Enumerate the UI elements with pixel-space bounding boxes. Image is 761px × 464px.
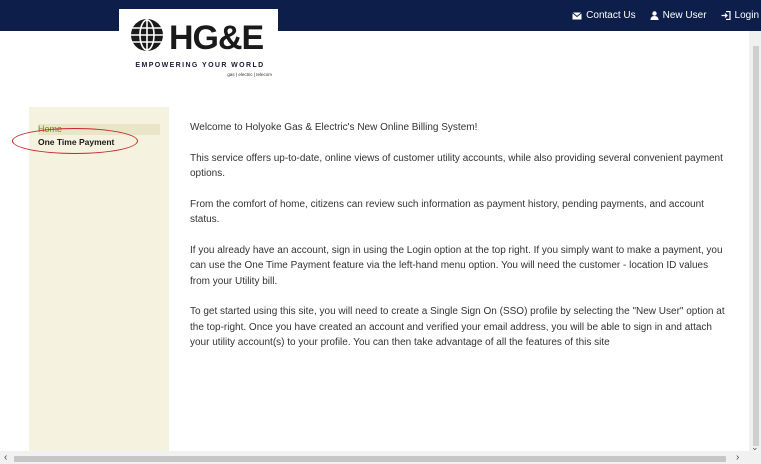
horizontal-scrollbar-thumb[interactable]: [14, 456, 726, 462]
logo-tagline: EMPOWERING YOUR WORLD: [135, 62, 265, 69]
highlight-annotation-circle: [12, 128, 138, 154]
welcome-text: Welcome to Holyoke Gas & Electric's New …: [190, 122, 478, 133]
header-links: Contact Us New User Login: [572, 0, 761, 31]
contact-us-link[interactable]: Contact Us: [572, 10, 636, 21]
sidebar: Home One Time Payment: [29, 107, 169, 457]
user-icon: [650, 11, 659, 20]
new-user-link[interactable]: New User: [650, 10, 707, 21]
login-instructions: If you already have an account, sign in …: [190, 244, 723, 287]
service-description: This service offers up-to-date, online v…: [190, 152, 723, 180]
sign-in-icon: [721, 11, 731, 20]
scroll-left-arrow-icon[interactable]: ‹: [4, 452, 7, 463]
new-user-label: New User: [662, 10, 707, 21]
logo-name: HG&E: [169, 18, 264, 57]
login-link[interactable]: Login: [721, 10, 759, 21]
login-label: Login: [734, 10, 759, 21]
envelope-icon: [572, 11, 582, 20]
hge-logo[interactable]: HG&E EMPOWERING YOUR WORLD gas | electri…: [119, 9, 278, 88]
vertical-scrollbar-thumb[interactable]: [753, 46, 759, 446]
logo-subline: gas | electric | telecom: [227, 72, 272, 77]
home-review-text: From the comfort of home, citizens can r…: [190, 198, 704, 226]
contact-us-label: Contact Us: [586, 10, 636, 21]
globe-icon: [129, 17, 165, 58]
scroll-right-arrow-icon[interactable]: ›: [736, 452, 739, 463]
sso-instructions: To get started using this site, you will…: [190, 306, 725, 348]
main-content: Welcome to Holyoke Gas & Electric's New …: [190, 120, 725, 366]
